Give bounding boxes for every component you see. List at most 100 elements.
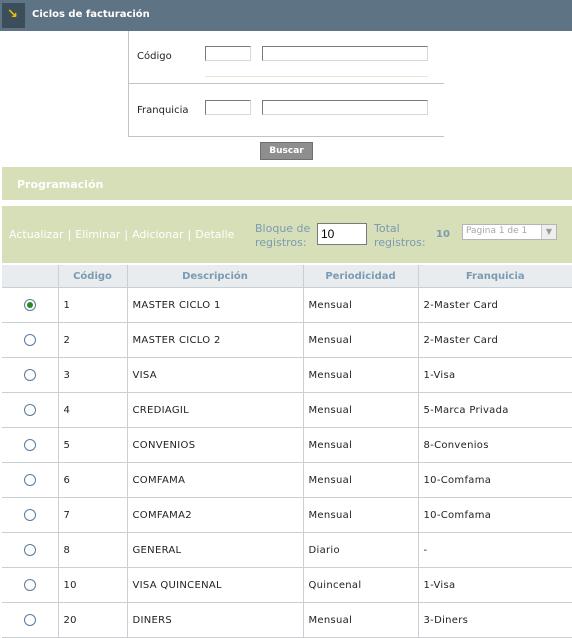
- separator: |: [67, 228, 72, 241]
- codigo-input[interactable]: [205, 46, 251, 61]
- cell-descripcion: COMFAMA: [126, 462, 303, 498]
- cell-codigo: 10: [57, 567, 127, 603]
- block-size-label-line1: Bloque de: [255, 222, 311, 235]
- row-select-cell: [2, 392, 58, 428]
- action-links: Actualizar | Eliminar | Adicionar | Detalle: [9, 228, 234, 241]
- form-bottom-divider: [128, 136, 444, 137]
- row-radio-button[interactable]: [23, 509, 36, 521]
- cell-codigo: 20: [57, 602, 127, 638]
- cell-franquicia: 2-Master Card: [417, 322, 572, 358]
- row-radio-button[interactable]: [23, 404, 36, 416]
- cell-franquicia: 2-Master Card: [417, 287, 572, 323]
- cell-codigo: 1: [57, 287, 127, 323]
- row-radio-button[interactable]: [23, 544, 36, 556]
- cell-franquicia: 3-Diners: [417, 602, 572, 638]
- row-radio-button[interactable]: [23, 334, 36, 346]
- total-label-line2: registros:: [374, 236, 426, 249]
- cell-codigo: 4: [57, 392, 127, 428]
- row-select-cell: [2, 322, 58, 358]
- row-select-cell: [2, 532, 58, 568]
- row-radio-button[interactable]: [23, 474, 36, 486]
- cell-descripcion: DINERS: [126, 602, 303, 638]
- cell-franquicia: 1-Visa: [417, 567, 572, 603]
- column-header-franquicia[interactable]: Franquicia: [417, 265, 572, 288]
- row-radio-button[interactable]: [23, 369, 36, 381]
- actualizar-link[interactable]: Actualizar: [9, 228, 64, 241]
- page-title: Ciclos de facturación: [32, 9, 150, 20]
- column-header-periodicidad[interactable]: Periodicidad: [302, 265, 418, 288]
- cell-franquicia: 5-Marca Privada: [417, 392, 572, 428]
- cell-periodicidad: Diario: [302, 532, 418, 568]
- row-radio-button[interactable]: [23, 299, 36, 311]
- cell-descripcion: MASTER CICLO 2: [126, 322, 303, 358]
- franquicia-label: Franquicia: [137, 105, 189, 116]
- row-select-cell: [2, 357, 58, 393]
- page-select[interactable]: Pagina 1 de 1 ▼: [462, 224, 557, 240]
- cell-periodicidad: Mensual: [302, 392, 418, 428]
- form-underline: [205, 76, 428, 77]
- table-row[interactable]: 20 DINERS Mensual 3-Diners: [2, 602, 572, 638]
- row-select-cell: [2, 462, 58, 498]
- block-size-label-line2: registros:: [255, 236, 307, 249]
- cell-periodicidad: Quincenal: [302, 567, 418, 603]
- codigo-label: Código: [137, 51, 172, 62]
- toolbar: Actualizar | Eliminar | Adicionar | Detalle Bl…: [2, 206, 572, 263]
- separator: |: [187, 228, 192, 241]
- cell-franquicia: 8-Convenios: [417, 427, 572, 463]
- table-row[interactable]: 5 CONVENIOS Mensual 8-Convenios: [2, 427, 572, 463]
- row-select-cell: [2, 287, 58, 323]
- cell-descripcion: CONVENIOS: [126, 427, 303, 463]
- table-row[interactable]: 10 VISA QUINCENAL Quincenal 1-Visa: [2, 567, 572, 603]
- cell-franquicia: 1-Visa: [417, 357, 572, 393]
- table-row[interactable]: 3 VISA Mensual 1-Visa: [2, 357, 572, 393]
- cell-descripcion: COMFAMA2: [126, 497, 303, 533]
- table-row[interactable]: 2 MASTER CICLO 2 Mensual 2-Master Card: [2, 322, 572, 358]
- codigo-description-input[interactable]: [262, 46, 428, 61]
- row-select-cell: [2, 602, 58, 638]
- row-radio-button[interactable]: [23, 439, 36, 451]
- row-select-cell: [2, 497, 58, 533]
- column-header-descripcion[interactable]: Descripción: [126, 265, 303, 288]
- block-size-label: Bloque de registros:: [255, 222, 310, 250]
- detalle-link[interactable]: Detalle: [195, 228, 234, 241]
- column-header-codigo[interactable]: Código: [57, 265, 127, 288]
- row-radio-button[interactable]: [23, 614, 36, 626]
- cell-codigo: 6: [57, 462, 127, 498]
- column-header-select: [2, 265, 58, 288]
- total-records-value: 10: [436, 229, 450, 240]
- page-header: ↘ Ciclos de facturación: [0, 0, 572, 31]
- table-row[interactable]: 6 COMFAMA Mensual 10-Comfama: [2, 462, 572, 498]
- section-header: Programación: [2, 167, 572, 200]
- franquicia-description-input[interactable]: [262, 100, 428, 115]
- ciclos-table: Código Descripción Periodicidad Franquic…: [2, 265, 572, 638]
- franquicia-input[interactable]: [205, 100, 251, 115]
- cell-periodicidad: Mensual: [302, 427, 418, 463]
- eliminar-link[interactable]: Eliminar: [75, 228, 120, 241]
- cell-codigo: 8: [57, 532, 127, 568]
- cell-codigo: 2: [57, 322, 127, 358]
- page-select-value: Pagina 1 de 1: [466, 226, 528, 236]
- cell-descripcion: VISA QUINCENAL: [126, 567, 303, 603]
- cell-periodicidad: Mensual: [302, 602, 418, 638]
- cell-codigo: 5: [57, 427, 127, 463]
- buscar-button[interactable]: Buscar: [260, 142, 313, 160]
- corner-arrow-icon: ↘: [2, 3, 25, 28]
- table-header-row: Código Descripción Periodicidad Franquic…: [2, 265, 572, 288]
- table-row[interactable]: 8 GENERAL Diario -: [2, 532, 572, 568]
- cell-franquicia: 10-Comfama: [417, 462, 572, 498]
- chevron-down-icon[interactable]: ▼: [541, 225, 556, 239]
- cell-periodicidad: Mensual: [302, 357, 418, 393]
- table-row[interactable]: 7 COMFAMA2 Mensual 10-Comfama: [2, 497, 572, 533]
- cell-descripcion: GENERAL: [126, 532, 303, 568]
- form-divider: [128, 83, 444, 84]
- table-row[interactable]: 1 MASTER CICLO 1 Mensual 2-Master Card: [2, 287, 572, 323]
- block-size-input[interactable]: [317, 223, 367, 245]
- adicionar-link[interactable]: Adicionar: [132, 228, 183, 241]
- row-select-cell: [2, 567, 58, 603]
- cell-franquicia: -: [417, 532, 572, 568]
- table-row[interactable]: 4 CREDIAGIL Mensual 5-Marca Privada: [2, 392, 572, 428]
- cell-descripcion: VISA: [126, 357, 303, 393]
- cell-codigo: 3: [57, 357, 127, 393]
- row-select-cell: [2, 427, 58, 463]
- row-radio-button[interactable]: [23, 579, 36, 591]
